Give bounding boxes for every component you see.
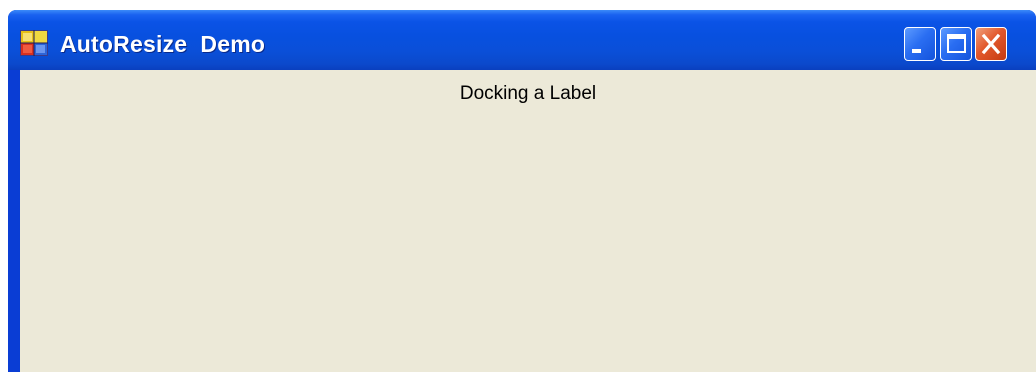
- app-window: AutoResize Demo Docking a Label: [8, 10, 1036, 372]
- maximize-button[interactable]: [940, 27, 972, 61]
- docked-label: Docking a Label: [459, 83, 597, 104]
- app-window-icon: [20, 30, 48, 56]
- title-bar[interactable]: AutoResize Demo: [8, 10, 1036, 70]
- form-client-area: Docking a Label: [20, 70, 1036, 372]
- close-button[interactable]: [975, 27, 1007, 61]
- minimize-icon: [912, 49, 921, 53]
- window-title: AutoResize Demo: [60, 31, 266, 57]
- close-icon: [981, 33, 1001, 55]
- minimize-button[interactable]: [904, 27, 936, 61]
- maximize-icon: [947, 34, 966, 53]
